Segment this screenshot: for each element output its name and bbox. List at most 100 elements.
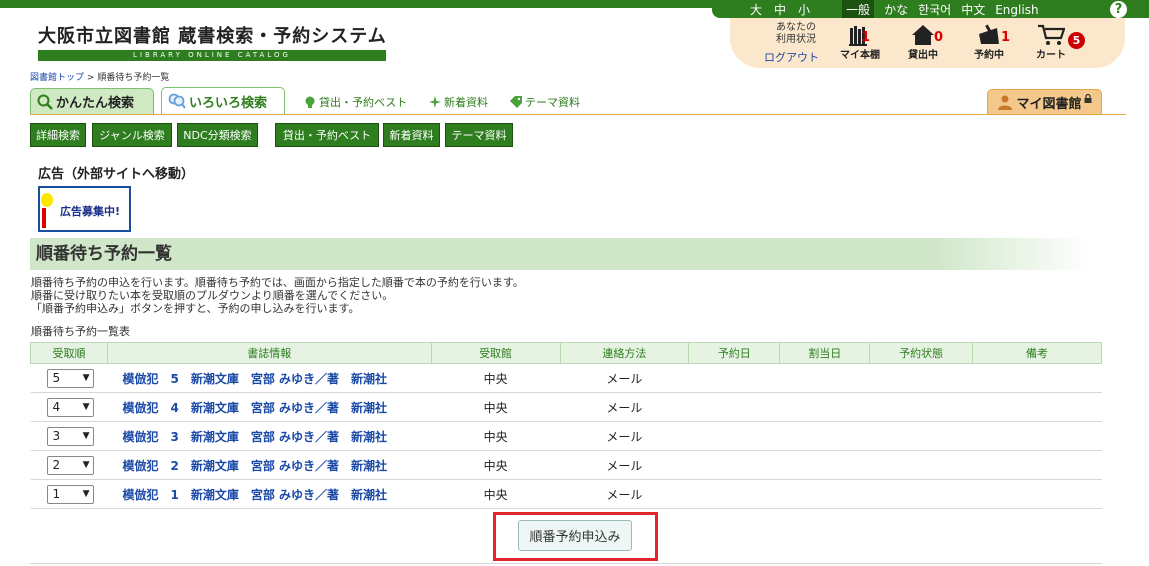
assign-date-cell <box>779 450 870 480</box>
status-cell <box>869 479 973 509</box>
magnifier-multi-icon <box>168 93 186 109</box>
theme-materials-link[interactable]: テーマ資料 <box>510 94 580 110</box>
new-arrivals-button[interactable]: 新着資料 <box>383 123 440 147</box>
font-size-medium[interactable]: 中 <box>774 1 786 18</box>
best-ranking-link[interactable]: 貸出・予約ベスト <box>304 94 407 110</box>
notes-cell <box>972 363 1102 393</box>
my-library-label: マイ図書館 <box>1016 96 1082 112</box>
book-link[interactable]: 模倣犯 4 新潮文庫 宮部 みゆき／著 新潮社 <box>107 392 432 422</box>
usage-status-link[interactable]: あなたの 利用状況 <box>776 22 816 46</box>
lending-label: 貸出中 <box>908 50 938 61</box>
book-link[interactable]: 模倣犯 3 新潮文庫 宮部 みゆき／著 新潮社 <box>107 421 432 451</box>
order-value: 4 <box>52 400 61 414</box>
font-size-switch: 大中小 <box>750 1 822 18</box>
lang-english[interactable]: English <box>995 3 1038 17</box>
order-select[interactable]: 3 ▼ <box>47 426 95 446</box>
lang-kana[interactable]: かな <box>884 1 908 18</box>
theme-materials-label: テーマ資料 <box>525 96 580 109</box>
reserved-label: 予約中 <box>974 50 1004 61</box>
order-value: 3 <box>52 429 61 443</box>
ndc-search-button[interactable]: NDC分類検索 <box>177 123 258 147</box>
lending-count: 0 <box>934 30 944 45</box>
order-select[interactable]: 5 ▼ <box>47 368 95 388</box>
contact-cell: メール <box>560 450 689 480</box>
best-ranking-button[interactable]: 貸出・予約ベスト <box>275 123 379 147</box>
cart-button[interactable]: 5 カート <box>1036 24 1085 61</box>
lang-chinese[interactable]: 中文 <box>961 1 985 18</box>
tab-advanced-search[interactable]: いろいろ検索 <box>161 87 285 114</box>
lang-korean[interactable]: 한국어 <box>918 1 951 18</box>
assign-date-cell <box>779 392 870 422</box>
logo-subtitle: LIBRARY ONLINE CATALOG <box>38 50 386 61</box>
table-row: 1 ▼ 模倣犯 1 新潮文庫 宮部 みゆき／著 新潮社 中央 メール <box>30 479 1102 509</box>
tab-simple-search[interactable]: かんたん検索 <box>30 88 154 114</box>
medal-icon <box>305 96 315 108</box>
logout-link[interactable]: ログアウト <box>764 49 819 65</box>
submit-sequential-reservation-button[interactable]: 順番予約申込み <box>518 520 632 551</box>
my-shelf-label: マイ本棚 <box>840 50 880 61</box>
book-link[interactable]: 模倣犯 1 新潮文庫 宮部 みゆき／著 新潮社 <box>107 479 432 509</box>
new-arrivals-link[interactable]: 新着資料 <box>429 94 488 110</box>
magnifier-icon <box>37 94 53 110</box>
house-icon: 0 <box>908 24 943 46</box>
description-line3: 「順番予約申込み」ボタンを押すと、予約の申し込みを行います。 <box>31 302 360 315</box>
contact-cell: メール <box>560 421 689 451</box>
reserve-icon: 1 <box>974 24 1010 46</box>
chevron-down-icon: ▼ <box>82 460 90 470</box>
notes-cell <box>972 392 1102 422</box>
breadcrumb: 図書館トップ > 順番待ち予約一覧 <box>30 70 169 83</box>
order-value: 2 <box>52 458 61 472</box>
assign-date-cell <box>779 363 870 393</box>
person-icon <box>998 95 1013 110</box>
language-bar: 大中小 一般 かな 한국어 中文 English ? <box>712 0 1149 19</box>
order-select[interactable]: 4 ▼ <box>47 397 95 417</box>
chevron-down-icon: ▼ <box>82 373 90 383</box>
font-size-small[interactable]: 小 <box>798 1 810 18</box>
header-status: 予約状態 <box>869 342 974 364</box>
reserved-button[interactable]: 1 予約中 <box>974 24 1010 61</box>
reserved-count: 1 <box>1001 30 1011 45</box>
breadcrumb-separator: > <box>86 73 95 83</box>
book-link[interactable]: 模倣犯 2 新潮文庫 宮部 みゆき／著 新潮社 <box>107 450 432 480</box>
lang-general[interactable]: 一般 <box>842 0 875 19</box>
header-reserve-date: 予約日 <box>688 342 781 364</box>
submit-highlight: 順番予約申込み <box>493 512 658 561</box>
contact-cell: メール <box>560 363 689 393</box>
usage-status-line2: 利用状況 <box>776 34 816 45</box>
chevron-down-icon: ▼ <box>82 431 90 441</box>
page-title: 順番待ち予約一覧 <box>30 238 1090 270</box>
assign-date-cell <box>779 479 870 509</box>
contact-cell: メール <box>560 392 689 422</box>
header-branch: 受取館 <box>430 342 561 364</box>
genre-search-button[interactable]: ジャンル検索 <box>92 123 172 147</box>
description-line1: 順番待ち予約の申込を行います。順番待ち予約では、画面から指定した順番で本の予約を… <box>31 276 524 289</box>
breadcrumb-current: 順番待ち予約一覧 <box>97 73 170 83</box>
lending-button[interactable]: 0 貸出中 <box>908 24 943 61</box>
book-link[interactable]: 模倣犯 5 新潮文庫 宮部 みゆき／著 新潮社 <box>107 363 432 393</box>
branch-cell: 中央 <box>431 363 560 393</box>
header-bibliographic: 書誌情報 <box>106 342 432 364</box>
detailed-search-button[interactable]: 詳細検索 <box>30 123 86 147</box>
my-shelf-button[interactable]: 1 マイ本棚 <box>840 24 880 61</box>
font-size-large[interactable]: 大 <box>750 1 762 18</box>
order-select[interactable]: 2 ▼ <box>47 455 95 475</box>
tab-advanced-search-label: いろいろ検索 <box>189 95 268 111</box>
branch-cell: 中央 <box>431 450 560 480</box>
order-select[interactable]: 1 ▼ <box>47 484 95 504</box>
description-line2: 順番に受け取りたい本を受取順のプルダウンより順番を選んでください。 <box>31 289 394 302</box>
reservation-queue-table: 受取順 書誌情報 受取館 連絡方法 予約日 割当日 予約状態 備考 5 ▼ 模倣犯… <box>30 342 1102 509</box>
chevron-down-icon: ▼ <box>82 489 90 499</box>
logo-title: 大阪市立図書館 蔵書検索・予約システム <box>38 26 387 47</box>
help-icon[interactable]: ? <box>1110 1 1127 18</box>
new-arrivals-label: 新着資料 <box>444 96 488 109</box>
site-logo[interactable]: 大阪市立図書館 蔵書検索・予約システム LIBRARY ONLINE CATAL… <box>38 22 387 61</box>
ad-banner[interactable]: 広告募集中! <box>38 186 131 232</box>
contact-cell: メール <box>560 479 689 509</box>
status-cell <box>869 363 973 393</box>
breadcrumb-home-link[interactable]: 図書館トップ <box>30 73 84 83</box>
header-notes: 備考 <box>972 342 1102 364</box>
sparkle-icon <box>429 96 441 108</box>
bottom-divider <box>30 563 1102 564</box>
theme-materials-button[interactable]: テーマ資料 <box>445 123 513 147</box>
my-library-tab[interactable]: マイ図書館 <box>987 89 1102 114</box>
